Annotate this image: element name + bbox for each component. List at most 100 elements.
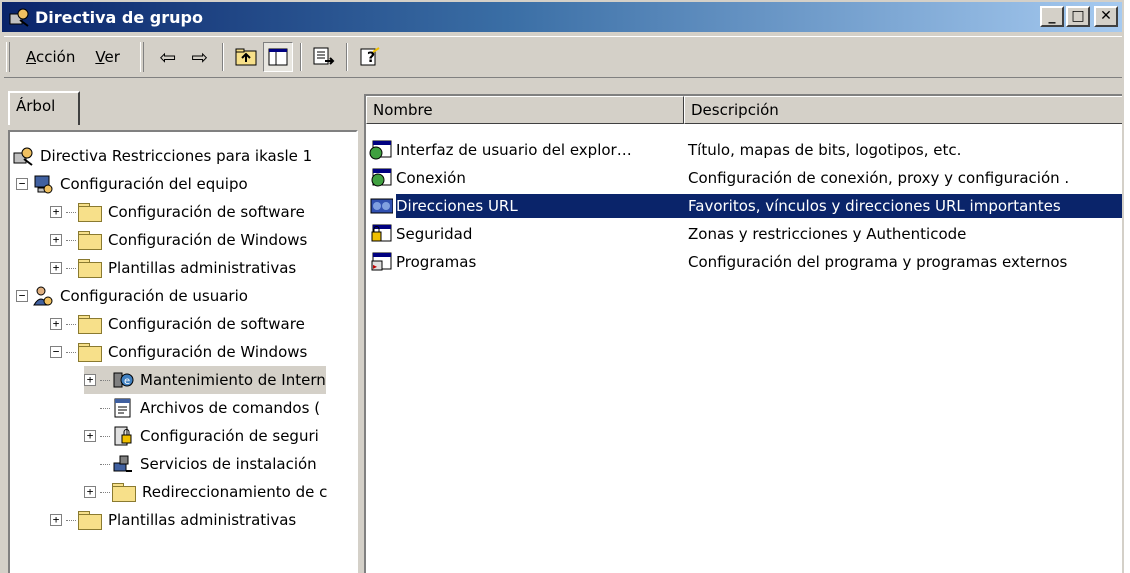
list-item-description: Favoritos, vínculos y direcciones URL im…	[688, 197, 1061, 215]
security-icon	[368, 223, 394, 245]
security-icon	[112, 425, 134, 447]
expand-icon[interactable]: +	[84, 486, 96, 498]
toolbar-grip[interactable]	[6, 42, 10, 72]
programs-icon: ▸	[368, 251, 394, 273]
help-button[interactable]: ?	[355, 42, 385, 72]
tree-item-computer-config[interactable]: − Configuración del equipo	[16, 170, 248, 198]
folder-icon	[112, 483, 136, 502]
folder-up-icon	[235, 48, 257, 66]
collapse-icon[interactable]: −	[50, 346, 62, 358]
expand-icon[interactable]: +	[84, 374, 96, 386]
tree-item-label: Configuración del equipo	[60, 175, 248, 193]
tree-item-install-services[interactable]: Servicios de instalación	[100, 450, 317, 478]
expand-icon[interactable]: +	[50, 206, 62, 218]
tree-connector	[66, 323, 76, 325]
folder-icon	[78, 259, 102, 278]
tree-panel[interactable]: Directiva Restricciones para ikasle 1 − …	[8, 130, 358, 573]
toolbar-separator	[221, 43, 224, 71]
tree-item-label: Archivos de comandos (	[140, 399, 321, 417]
collapse-icon[interactable]: −	[16, 178, 28, 190]
list-item-description: Zonas y restricciones y Authenticode	[688, 225, 967, 243]
expand-icon[interactable]: +	[50, 262, 62, 274]
tree-connector	[66, 519, 76, 521]
tab-arbol[interactable]: Árbol	[8, 91, 80, 125]
list-item-name: Interfaz de usuario del explor…	[396, 141, 632, 159]
tree-item-label: Configuración de Windows	[108, 343, 308, 361]
forward-button[interactable]: ⇨	[185, 42, 215, 72]
folder-icon	[78, 511, 102, 530]
list-item-browser-ui[interactable]: Interfaz de usuario del explor… Título, …	[366, 136, 1122, 164]
svg-text:e: e	[124, 376, 130, 387]
tree-item-label: Plantillas administrativas	[108, 259, 297, 277]
tree-connector	[100, 435, 110, 437]
tree-item-scripts[interactable]: Archivos de comandos (	[100, 394, 320, 422]
minimize-button[interactable]: _	[1040, 6, 1064, 27]
tree-item-computer-windows[interactable]: + Configuración de Windows	[50, 226, 307, 254]
tree-connector	[100, 463, 110, 465]
maximize-button[interactable]: □	[1066, 6, 1090, 27]
toolbar-separator-3	[345, 43, 348, 71]
tree-item-label: Configuración de seguri	[140, 427, 319, 445]
collapse-icon[interactable]: −	[16, 290, 28, 302]
tree-item-label: Plantillas administrativas	[108, 511, 297, 529]
tree-item-user-config[interactable]: − Configuración de usuario	[16, 282, 248, 310]
svg-text:▸: ▸	[373, 262, 377, 271]
window-title: Directiva de grupo	[35, 7, 203, 27]
title-bar[interactable]: Directiva de grupo _ □ ✕	[2, 2, 1122, 32]
folder-icon	[78, 315, 102, 334]
tree-item-security-settings[interactable]: + Configuración de seguri	[84, 422, 319, 450]
expand-icon[interactable]: +	[50, 514, 62, 526]
expand-icon[interactable]: +	[50, 318, 62, 330]
export-list-button[interactable]	[309, 42, 339, 72]
details-list-panel[interactable]: Nombre Descripción Interfaz de usuario d…	[364, 94, 1122, 573]
tree-connector	[100, 407, 110, 409]
expand-icon[interactable]: +	[50, 234, 62, 246]
toolbar-grip-2[interactable]	[139, 42, 144, 72]
tree-item-computer-software[interactable]: + Configuración de software	[50, 198, 305, 226]
close-button[interactable]: ✕	[1094, 6, 1118, 27]
list-item-name: Direcciones URL	[396, 197, 518, 215]
policy-icon	[12, 145, 34, 167]
tree-item-user-templates[interactable]: + Plantillas administrativas	[50, 506, 296, 534]
arrow-left-icon: ⇦	[159, 45, 177, 69]
tree-item-user-software[interactable]: + Configuración de software	[50, 310, 305, 338]
list-item-description: Configuración de conexión, proxy y confi…	[688, 169, 1070, 187]
up-one-level-button[interactable]	[231, 42, 261, 72]
menu-accion[interactable]: Acción	[18, 44, 83, 70]
user-icon	[32, 285, 54, 307]
expand-icon[interactable]: +	[84, 430, 96, 442]
tree-item-label: Configuración de Windows	[108, 231, 308, 249]
list-item-name: Seguridad	[396, 225, 473, 243]
tree-item-label: Servicios de instalación	[140, 455, 317, 473]
back-button[interactable]: ⇦	[153, 42, 183, 72]
list-item-urls[interactable]: Direcciones URL Favoritos, vínculos y di…	[366, 192, 1122, 220]
tree-connector	[100, 491, 110, 493]
group-policy-icon	[8, 6, 30, 28]
list-item-connection[interactable]: Conexión Configuración de conexión, prox…	[366, 164, 1122, 192]
tree-connector	[100, 379, 110, 381]
list-item-security[interactable]: Seguridad Zonas y restricciones y Authen…	[366, 220, 1122, 248]
folder-icon	[78, 343, 102, 362]
tree-item-folder-redirection[interactable]: + Redireccionamiento de c	[84, 478, 327, 506]
column-header-nombre[interactable]: Nombre	[366, 96, 684, 124]
ie-maintenance-icon: e	[112, 369, 134, 391]
export-icon	[313, 47, 335, 65]
tree-item-computer-templates[interactable]: + Plantillas administrativas	[50, 254, 296, 282]
list-item-programs[interactable]: ▸ Programas Configuración del programa y…	[366, 248, 1122, 276]
column-header-descripcion[interactable]: Descripción	[684, 96, 1122, 124]
list-item-description: Título, mapas de bits, logotipos, etc.	[688, 141, 962, 159]
tree-connector	[66, 211, 76, 213]
toolbar: Acción Ver ⇦ ⇨ ?	[4, 36, 1122, 78]
tree-connector	[66, 267, 76, 269]
tree-item-policy-root[interactable]: Directiva Restricciones para ikasle 1	[12, 142, 312, 170]
computer-icon	[32, 173, 54, 195]
arrow-right-icon: ⇨	[191, 45, 209, 69]
list-item-description: Configuración del programa y programas e…	[688, 253, 1068, 271]
menu-ver[interactable]: Ver	[87, 44, 128, 70]
tree-item-ie-maintenance[interactable]: + e Mantenimiento de Intern	[84, 366, 326, 394]
show-hide-tree-button[interactable]	[262, 42, 293, 72]
list-item-name: Conexión	[396, 169, 466, 187]
tree-item-user-windows[interactable]: − Configuración de Windows	[50, 338, 307, 366]
toolbar-separator-2	[299, 43, 302, 71]
tree-item-label: Configuración de software	[108, 203, 305, 221]
